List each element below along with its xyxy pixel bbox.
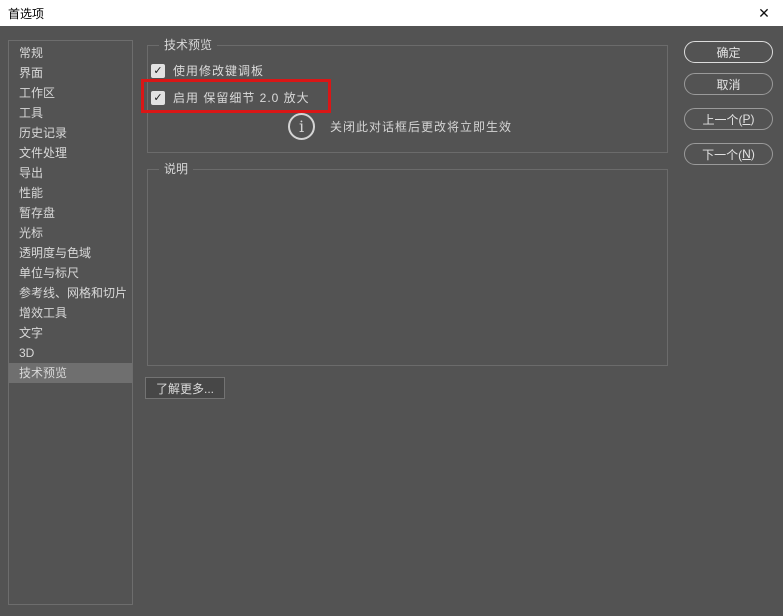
sidebar-item-guides-grid-slices[interactable]: 参考线、网格和切片 xyxy=(9,283,132,303)
prev-button-label-post: ) xyxy=(750,112,755,126)
next-button[interactable]: 下一个(N) xyxy=(684,143,773,165)
info-text: 关闭此对话框后更改将立即生效 xyxy=(330,120,513,134)
modifier-keys-checkbox-label: 使用修改键调板 xyxy=(173,64,265,78)
prev-button-label-pre: 上一个( xyxy=(702,112,743,127)
preferences-dialog: 首选项 ✕ 常规 界面 工作区 工具 历史记录 文件处理 导出 性能 暂存盘 光… xyxy=(0,0,783,616)
title-bar: 首选项 ✕ xyxy=(0,0,783,26)
sidebar-item-cursors[interactable]: 光标 xyxy=(9,223,132,243)
ok-button-label: 确定 xyxy=(716,45,741,60)
cancel-button[interactable]: 取消 xyxy=(684,73,773,95)
learn-more-button[interactable]: 了解更多... xyxy=(145,377,226,399)
next-button-access-key: N xyxy=(742,147,751,161)
next-button-label-pre: 下一个( xyxy=(702,147,743,162)
sidebar-item-workspace[interactable]: 工作区 xyxy=(9,83,132,103)
sidebar-item-file-handling[interactable]: 文件处理 xyxy=(9,143,132,163)
info-icon: i xyxy=(288,113,315,140)
next-button-label-post: ) xyxy=(750,147,755,161)
description-groupbox: 说明 xyxy=(147,162,668,366)
sidebar-item-technology-previews[interactable]: 技术预览 xyxy=(9,363,132,383)
sidebar-item-tools[interactable]: 工具 xyxy=(9,103,132,123)
ok-button[interactable]: 确定 xyxy=(684,41,773,63)
sidebar-item-plugins[interactable]: 增效工具 xyxy=(9,303,132,323)
sidebar-item-history-log[interactable]: 历史记录 xyxy=(9,123,132,143)
preferences-nav-list: 常规 界面 工作区 工具 历史记录 文件处理 导出 性能 暂存盘 光标 透明度与… xyxy=(8,40,133,605)
modifier-keys-checkbox-row: ✓ 使用修改键调板 xyxy=(151,62,264,79)
sidebar-item-transparency-gamut[interactable]: 透明度与色域 xyxy=(9,243,132,263)
preserve-details-checkbox-label: 启用 保留细节 2.0 放大 xyxy=(173,91,310,105)
sidebar-item-units-rulers[interactable]: 单位与标尺 xyxy=(9,263,132,283)
dialog-title: 首选项 xyxy=(8,6,45,21)
prev-button[interactable]: 上一个(P) xyxy=(684,108,773,130)
modifier-keys-checkbox[interactable]: ✓ xyxy=(151,63,165,78)
sidebar-item-3d[interactable]: 3D xyxy=(9,343,132,363)
sidebar-item-performance[interactable]: 性能 xyxy=(9,183,132,203)
cancel-button-label: 取消 xyxy=(716,77,741,92)
sidebar-item-type[interactable]: 文字 xyxy=(9,323,132,343)
sidebar-item-interface[interactable]: 界面 xyxy=(9,63,132,83)
close-icon[interactable]: ✕ xyxy=(745,0,783,26)
prev-button-access-key: P xyxy=(742,112,751,126)
description-group-title: 说明 xyxy=(159,162,194,177)
preserve-details-checkbox-row: ✓ 启用 保留细节 2.0 放大 xyxy=(151,89,310,106)
preserve-details-checkbox[interactable]: ✓ xyxy=(151,90,165,105)
sidebar-item-general[interactable]: 常规 xyxy=(9,43,132,63)
sidebar-item-export[interactable]: 导出 xyxy=(9,163,132,183)
sidebar-item-scratch-disks[interactable]: 暂存盘 xyxy=(9,203,132,223)
info-row: i 关闭此对话框后更改将立即生效 xyxy=(288,113,512,140)
tech-previews-group-title: 技术预览 xyxy=(159,38,218,53)
